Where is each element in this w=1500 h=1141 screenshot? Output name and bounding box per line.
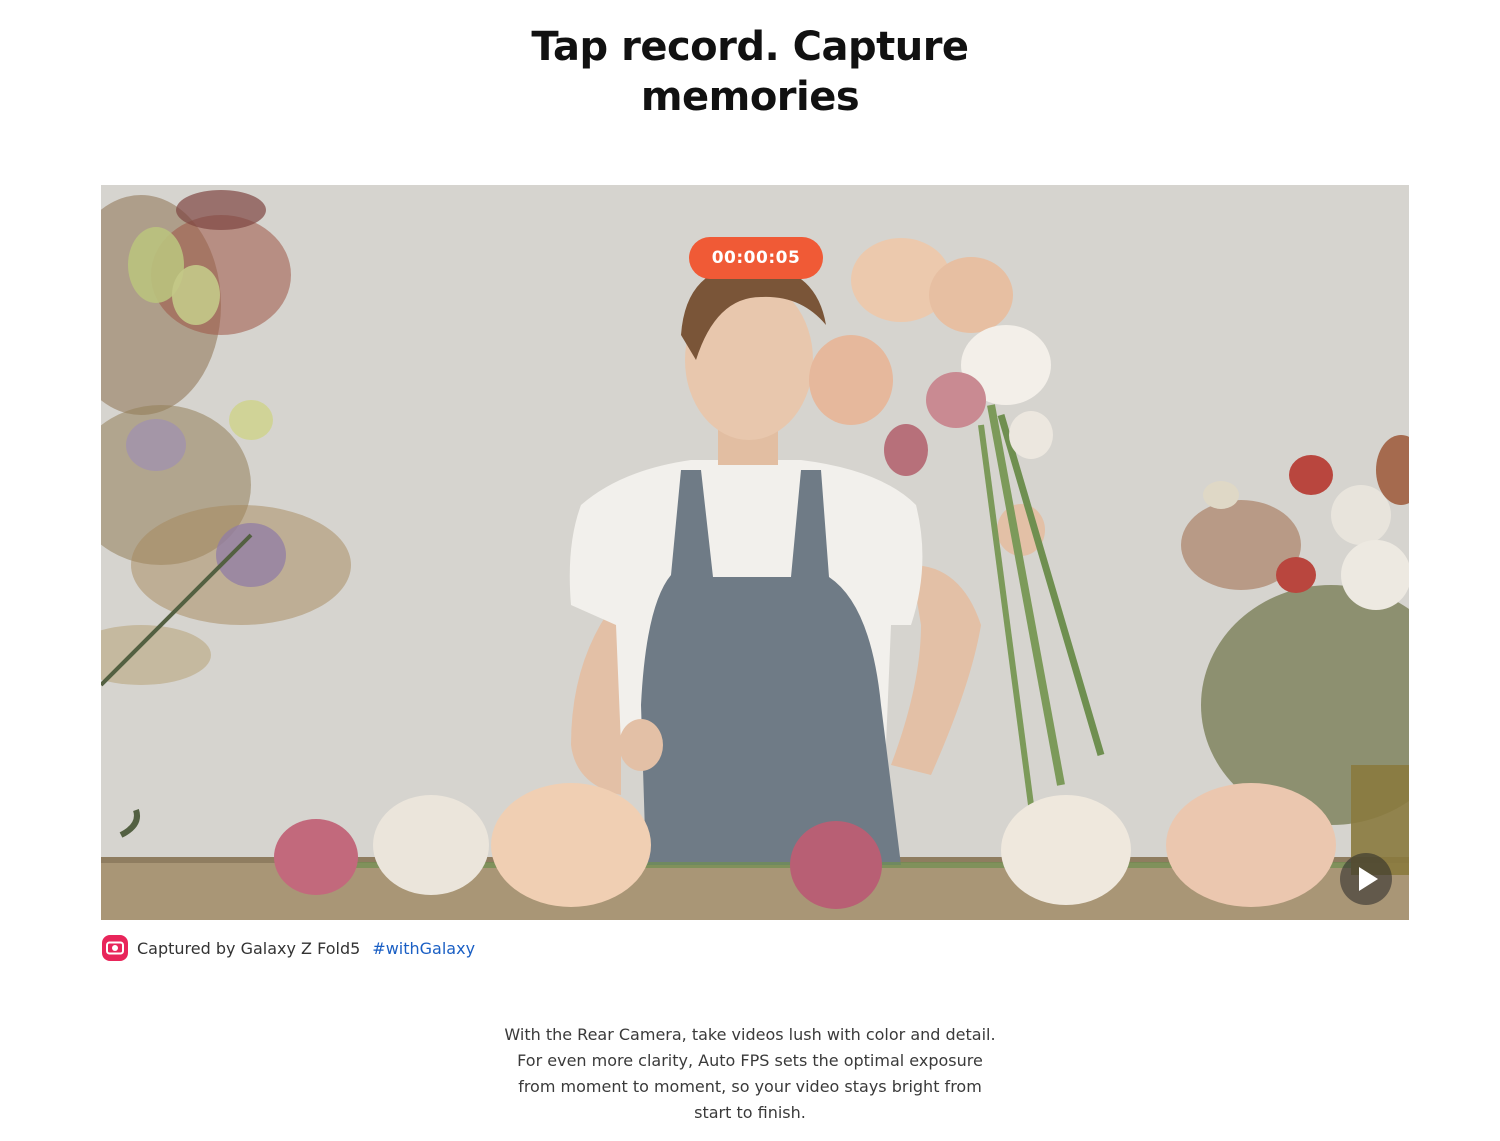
description-line: start to finish. — [694, 1103, 806, 1122]
hashtag-link[interactable]: #withGalaxy — [372, 939, 475, 958]
play-button[interactable] — [1340, 853, 1392, 905]
media-caption: Captured by Galaxy Z Fold5 #withGalaxy — [101, 933, 475, 963]
description-line: With the Rear Camera, take videos lush w… — [504, 1025, 996, 1044]
description-line: from moment to moment, so your video sta… — [518, 1077, 982, 1096]
headline-line-2: memories — [640, 74, 860, 120]
video-player[interactable]: 00:00:05 — [101, 185, 1409, 920]
description-line: For even more clarity, Auto FPS sets the… — [517, 1051, 983, 1070]
play-icon — [1359, 867, 1378, 891]
feature-description: With the Rear Camera, take videos lush w… — [480, 1022, 1020, 1126]
caption-text: Captured by Galaxy Z Fold5 — [137, 938, 361, 958]
camera-icon — [102, 935, 128, 961]
section-headline: Tap record. Capture memories — [0, 22, 1500, 122]
video-frame-florist — [101, 185, 1409, 920]
recording-timer: 00:00:05 — [689, 237, 823, 279]
headline-line-1: Tap record. Capture — [531, 24, 969, 70]
